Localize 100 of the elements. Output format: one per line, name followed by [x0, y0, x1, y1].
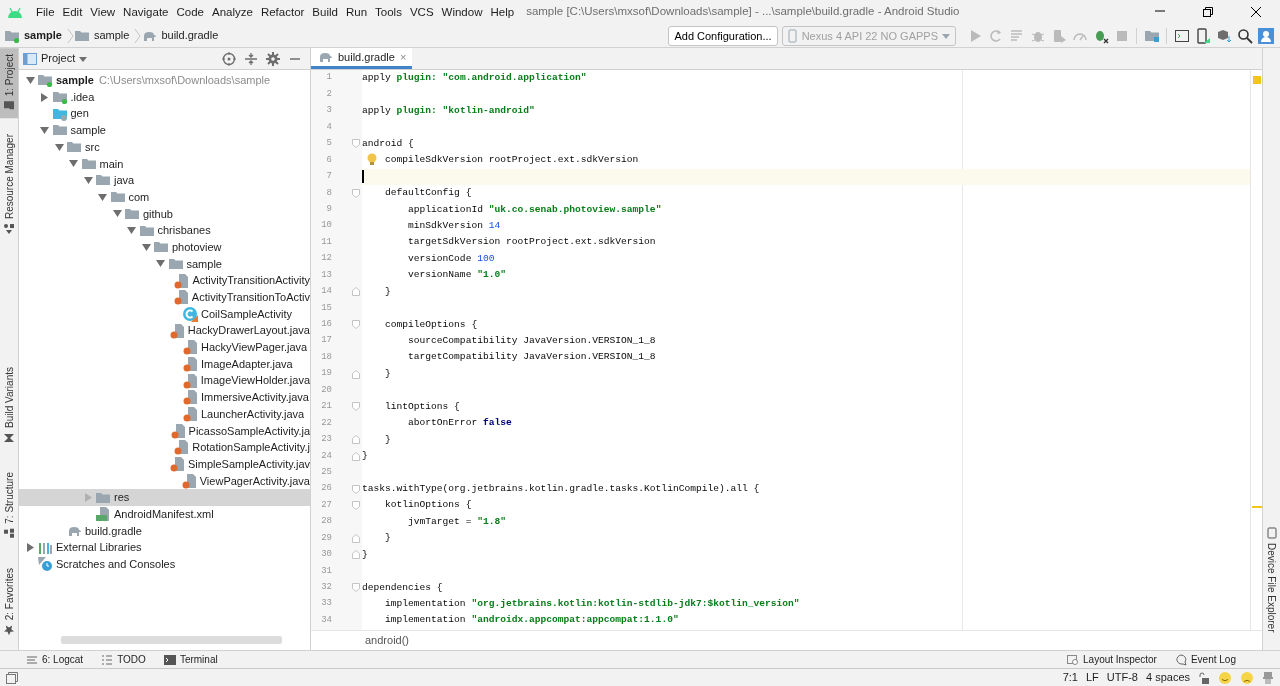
tree-item[interactable]: ActivityTransitionToActiv [19, 288, 310, 306]
expand-arrow-icon[interactable] [98, 192, 107, 202]
menu-item[interactable]: Window [437, 4, 487, 20]
tool-window-tab[interactable]: 2: Favorites [0, 561, 18, 642]
tree-item[interactable]: .idea [19, 88, 310, 106]
smile-icon[interactable] [1218, 670, 1232, 685]
view-selector[interactable]: Project [23, 50, 88, 67]
status-item[interactable]: UTF-8 [1106, 669, 1138, 686]
menu-item[interactable]: Tools [371, 4, 406, 20]
editor-tab[interactable]: build.gradle × [311, 48, 413, 69]
breadcrumb-item[interactable]: sample [24, 27, 62, 44]
window-icon[interactable] [1173, 27, 1190, 44]
expand-arrow-icon[interactable] [127, 226, 136, 236]
close-icon[interactable] [1250, 6, 1262, 18]
tree-item[interactable]: External Libraries [19, 539, 310, 556]
fold-marker-icon[interactable] [352, 583, 360, 593]
menu-item[interactable]: Navigate [119, 4, 173, 20]
menu-item[interactable]: File [32, 4, 59, 20]
fold-marker-icon[interactable] [352, 320, 360, 330]
tree-item[interactable]: sample [19, 255, 310, 273]
tool-window-tab[interactable]: Build Variants [0, 361, 18, 451]
breadcrumb-item[interactable]: build.gradle [161, 27, 219, 44]
tool-window-tab[interactable]: 6: Logcat [26, 652, 84, 667]
menu-item[interactable]: Edit [58, 4, 87, 20]
fold-marker-icon[interactable] [352, 435, 360, 445]
tree-item[interactable]: build.gradle [19, 522, 310, 540]
tool-window-tab[interactable]: 7: Structure [0, 466, 18, 546]
expand-arrow-icon[interactable] [54, 142, 64, 152]
expand-arrow-icon[interactable] [69, 159, 78, 169]
tree-item[interactable]: CoilSampleActivity [19, 305, 310, 323]
package-download-icon[interactable] [1215, 27, 1232, 44]
fold-marker-icon[interactable] [352, 188, 360, 198]
collapse-icon[interactable] [244, 51, 258, 66]
tool-window-tab[interactable]: Device File Explorer [1263, 520, 1280, 638]
tree-item[interactable]: main [19, 155, 310, 173]
expand-arrow-icon[interactable] [112, 209, 122, 219]
tree-item[interactable]: HackyViewPager.java [19, 339, 310, 356]
tree-item[interactable]: photoview [19, 238, 310, 256]
phone-icon[interactable] [1194, 27, 1211, 44]
tree-item[interactable]: ViewPagerActivity.java [19, 472, 310, 490]
menu-item[interactable]: Run [341, 4, 372, 20]
expand-arrow-icon[interactable] [25, 75, 35, 85]
tree-item[interactable]: github [19, 205, 310, 223]
tree-item[interactable]: java [19, 172, 310, 189]
tool-window-tab[interactable]: Event Log [1174, 652, 1236, 667]
lightbulb-icon[interactable] [367, 153, 377, 168]
scrollbar[interactable] [61, 636, 282, 644]
status-item[interactable]: 4 spaces [1145, 669, 1190, 686]
tree-item[interactable]: sample [19, 122, 310, 139]
fold-marker-icon[interactable] [352, 550, 360, 560]
close-button[interactable]: × [399, 48, 407, 66]
expand-arrow-icon[interactable] [141, 242, 151, 252]
tree-item[interactable]: res [19, 489, 310, 506]
tree-item[interactable]: ImageViewHolder.java [19, 372, 310, 390]
tree-item[interactable]: sample C:\Users\mxsof\Downloads\sample [19, 72, 310, 89]
tree-item[interactable]: SimpleSampleActivity.jav [19, 455, 310, 473]
tool-window-tab[interactable]: 1: Project [0, 48, 18, 119]
tree-item[interactable]: AndroidManifest.xml [19, 505, 310, 523]
tree-item[interactable]: PicassoSampleActivity.ja [19, 422, 310, 440]
fold-marker-icon[interactable] [352, 484, 360, 494]
panel-toggle-icon[interactable] [6, 671, 18, 684]
crosshair-icon[interactable] [222, 51, 236, 66]
tool-window-tab[interactable]: Resource Manager [0, 128, 18, 242]
tree-item[interactable]: chrisbanes [19, 222, 310, 239]
fold-marker-icon[interactable] [352, 451, 360, 461]
fold-marker-icon[interactable] [352, 287, 360, 297]
menu-item[interactable]: Analyze [207, 4, 257, 20]
expand-arrow-icon[interactable] [156, 259, 165, 269]
fold-marker-icon[interactable] [352, 533, 360, 543]
tool-window-tab[interactable]: Layout Inspector [1067, 652, 1157, 667]
tree-item[interactable]: gen [19, 105, 310, 123]
unlock-icon[interactable] [1198, 671, 1210, 684]
menu-item[interactable]: Refactor [256, 4, 309, 20]
fold-marker-icon[interactable] [352, 139, 360, 149]
inspector-icon[interactable] [1262, 670, 1274, 685]
tree-item[interactable]: Scratches and Consoles [19, 555, 310, 573]
breadcrumb-item[interactable]: sample [93, 27, 130, 44]
tool-window-tab[interactable]: Terminal [163, 652, 218, 667]
settings-icon[interactable] [266, 51, 280, 66]
expand-arrow-icon[interactable] [40, 92, 49, 102]
expand-arrow-icon[interactable] [83, 175, 93, 185]
tool-window-tab[interactable]: TODO [101, 652, 146, 667]
tree-item[interactable]: RotationSampleActivity.j [19, 439, 310, 456]
menu-item[interactable]: VCS [405, 4, 438, 20]
status-item[interactable]: 7:1 [1062, 669, 1078, 686]
tree-item[interactable]: com [19, 188, 310, 206]
search-icon[interactable] [1236, 27, 1253, 44]
tree-item[interactable]: ActivityTransitionActivity [19, 272, 310, 289]
menu-item[interactable]: Code [172, 4, 208, 20]
tree-item[interactable]: src [19, 138, 310, 156]
fold-marker-icon[interactable] [352, 369, 360, 379]
menu-item[interactable]: View [86, 4, 120, 20]
tree-item[interactable]: ImageAdapter.java [19, 355, 310, 373]
breadcrumb-item[interactable]: android() [365, 632, 410, 649]
run-configuration-button[interactable]: Add Configuration... [668, 25, 778, 46]
menu-item[interactable]: Build [308, 4, 342, 20]
frown-icon[interactable] [1240, 670, 1254, 685]
tree-item[interactable]: LauncherActivity.java [19, 405, 310, 423]
fold-marker-icon[interactable] [352, 402, 360, 412]
fold-marker-icon[interactable] [352, 501, 360, 511]
